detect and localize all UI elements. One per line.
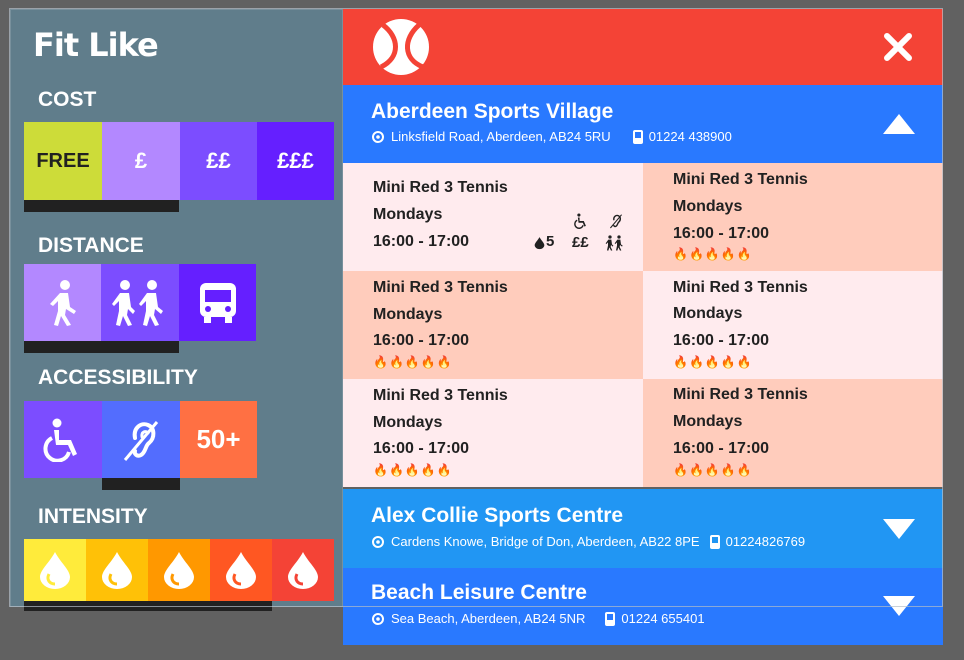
- intensity-title: INTENSITY: [38, 505, 148, 528]
- location-icon: [372, 130, 384, 143]
- intensity-flames: 🔥🔥🔥🔥🔥: [373, 463, 453, 477]
- intensity-4-button[interactable]: [210, 539, 272, 601]
- intensity-flames: 🔥🔥🔥🔥🔥: [673, 463, 753, 477]
- session-title: Mini Red 3 Tennis: [373, 179, 508, 196]
- venue-address: Linksfield Road, Aberdeen, AB24 5RU: [391, 129, 611, 144]
- tennis-ball-icon: [373, 19, 429, 75]
- phone-icon: [709, 534, 720, 549]
- distance-hike-button[interactable]: [101, 264, 179, 341]
- wheelchair-icon: [574, 213, 586, 229]
- chevron-down-icon[interactable]: [883, 519, 915, 539]
- session-card[interactable]: Mini Red 3 Tennis Mondays 16:00 - 17:00 …: [643, 163, 943, 271]
- session-card[interactable]: Mini Red 3 Tennis Mondays 16:00 - 17:00 …: [643, 271, 943, 379]
- session-time: 16:00 - 17:00: [673, 332, 770, 349]
- session-time: 16:00 - 17:00: [373, 233, 470, 250]
- intensity-3-button[interactable]: [148, 539, 210, 601]
- hearing-icon: [609, 214, 623, 229]
- venue-address: Sea Beach, Aberdeen, AB24 5NR: [391, 611, 586, 626]
- bus-icon: [199, 282, 236, 323]
- session-title: Mini Red 3 Tennis: [673, 171, 808, 188]
- wheelchair-icon: [43, 418, 77, 462]
- session-day: Mondays: [673, 198, 743, 215]
- cost-selection-indicator: [24, 200, 179, 212]
- location-icon: [372, 612, 384, 625]
- venue-phone: 01224826769: [725, 534, 806, 549]
- distance-walk-button[interactable]: [24, 264, 101, 341]
- session-time: 16:00 - 17:00: [373, 332, 470, 349]
- session-card[interactable]: Mini Red 3 Tennis Mondays 16:00 - 17:00 …: [343, 379, 643, 487]
- phone-icon: [632, 129, 643, 144]
- cost-low-button[interactable]: £: [102, 122, 180, 200]
- chevron-down-icon[interactable]: [883, 596, 915, 616]
- walking-icon: [49, 279, 76, 326]
- sport-header: [343, 9, 943, 85]
- intensity-5-button[interactable]: [272, 539, 334, 601]
- session-time: 16:00 - 17:00: [373, 440, 470, 457]
- session-intensity: 5: [546, 233, 555, 250]
- session-day: Mondays: [673, 305, 743, 322]
- hiking-pair-icon: [605, 235, 623, 251]
- drop-icon: [226, 552, 256, 589]
- drop-icon: [40, 552, 70, 589]
- venue-name: Alex Collie Sports Centre: [371, 504, 624, 527]
- filter-panel: Fit Like COST FREE £ ££ £££ DISTANCE ACC…: [10, 9, 343, 611]
- hearing-access-button[interactable]: [102, 401, 180, 478]
- intensity-1-button[interactable]: [24, 539, 86, 601]
- drop-icon: [102, 552, 132, 589]
- wheelchair-access-button[interactable]: [24, 401, 102, 478]
- cost-free-button[interactable]: FREE: [24, 122, 102, 200]
- session-day: Mondays: [373, 414, 443, 431]
- distance-title: DISTANCE: [38, 234, 144, 257]
- venue-card-aberdeen-sports-village[interactable]: Aberdeen Sports Village Linksfield Road,…: [343, 85, 943, 163]
- session-card[interactable]: Mini Red 3 Tennis Mondays 16:00 - 17:00 …: [343, 163, 643, 271]
- hearing-icon: [123, 420, 159, 461]
- venue-name: Aberdeen Sports Village: [371, 100, 614, 123]
- session-title: Mini Red 3 Tennis: [673, 386, 808, 403]
- session-cost: ££: [572, 234, 589, 251]
- intensity-2-button[interactable]: [86, 539, 148, 601]
- hiking-pair-icon: [112, 279, 163, 326]
- session-time: 16:00 - 17:00: [673, 440, 770, 457]
- app-logo: Fit Like: [33, 26, 159, 64]
- session-day: Mondays: [673, 413, 743, 430]
- drop-icon: [534, 237, 545, 250]
- venue-phone: 01224 655401: [621, 611, 705, 626]
- session-title: Mini Red 3 Tennis: [373, 279, 508, 296]
- session-card[interactable]: Mini Red 3 Tennis Mondays 16:00 - 17:00 …: [343, 271, 643, 379]
- session-day: Mondays: [373, 206, 443, 223]
- chevron-up-icon[interactable]: [883, 114, 915, 134]
- cost-medium-button[interactable]: ££: [180, 122, 257, 200]
- venue-address: Cardens Knowe, Bridge of Don, Aberdeen, …: [391, 534, 700, 549]
- phone-icon: [605, 611, 616, 626]
- drop-icon: [288, 552, 318, 589]
- distance-selection-indicator: [24, 341, 179, 353]
- intensity-flames: 🔥🔥🔥🔥🔥: [373, 355, 453, 369]
- intensity-flames: 🔥🔥🔥🔥🔥: [673, 355, 753, 369]
- age-50-plus-button[interactable]: 50+: [180, 401, 257, 478]
- session-day: Mondays: [373, 306, 443, 323]
- session-title: Mini Red 3 Tennis: [373, 387, 508, 404]
- intensity-selection-indicator: [24, 601, 272, 611]
- results-panel: Aberdeen Sports Village Linksfield Road,…: [343, 9, 943, 645]
- cost-title: COST: [38, 88, 97, 111]
- session-card[interactable]: Mini Red 3 Tennis Mondays 16:00 - 17:00 …: [643, 379, 943, 487]
- session-title: Mini Red 3 Tennis: [673, 279, 808, 296]
- accessibility-title: ACCESSIBILITY: [38, 366, 198, 389]
- venue-name: Beach Leisure Centre: [371, 581, 587, 604]
- cost-high-button[interactable]: £££: [257, 122, 334, 200]
- accessibility-selection-indicator: [102, 478, 180, 490]
- drop-icon: [164, 552, 194, 589]
- venue-card-beach-leisure[interactable]: Beach Leisure Centre Sea Beach, Aberdeen…: [343, 568, 943, 645]
- venue-card-alex-collie[interactable]: Alex Collie Sports Centre Cardens Knowe,…: [343, 489, 943, 568]
- distance-bus-button[interactable]: [179, 264, 256, 341]
- intensity-flames: 🔥🔥🔥🔥🔥: [673, 247, 753, 261]
- close-icon[interactable]: [883, 32, 913, 62]
- venue-phone: 01224 438900: [648, 129, 732, 144]
- location-icon: [372, 535, 384, 548]
- session-time: 16:00 - 17:00: [673, 225, 770, 242]
